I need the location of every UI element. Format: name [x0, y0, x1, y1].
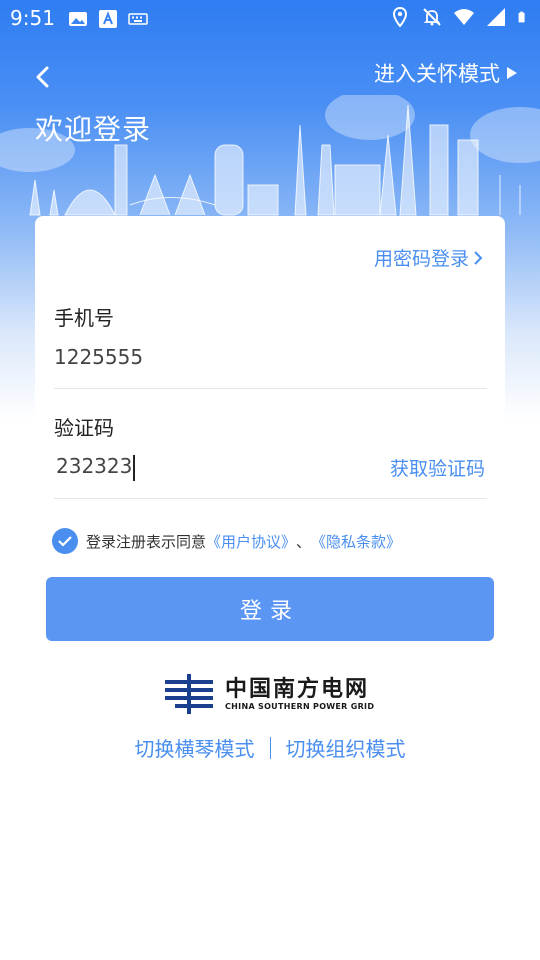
csg-name-cn: 中国南方电网: [225, 676, 370, 702]
switch-divider: [269, 736, 271, 759]
agreement-row: 登录注册表示同意 《用户协议》 、 《隐私条款》: [52, 528, 401, 554]
csg-emblem-icon: [165, 674, 213, 714]
mode-switch-row: 切换横琴模式 切换组织模式: [0, 733, 540, 762]
code-divider: [54, 498, 487, 499]
care-mode-link[interactable]: 进入关怀模式: [374, 58, 518, 88]
user-agreement-link[interactable]: 《用户协议》: [206, 531, 296, 552]
triangle-right-icon: [507, 67, 517, 79]
notifications-off-icon: [423, 8, 441, 26]
status-bar: 9:51: [0, 0, 540, 36]
get-code-button[interactable]: 获取验证码: [390, 454, 485, 481]
phone-label: 手机号: [54, 306, 114, 330]
check-icon: [58, 536, 72, 547]
back-arrow-icon[interactable]: [28, 62, 58, 92]
image-icon: [69, 12, 87, 26]
signal-icon: [487, 8, 505, 26]
phone-input[interactable]: 1225555: [54, 345, 143, 369]
status-left-icons: [68, 9, 148, 29]
welcome-title: 欢迎登录: [35, 113, 152, 146]
text-a-icon: [99, 10, 117, 28]
status-right-icons: [390, 7, 530, 27]
csg-logo: 中国南方电网 CHINA SOUTHERN POWER GRID: [165, 674, 374, 714]
csg-logo-text: 中国南方电网 CHINA SOUTHERN POWER GRID: [225, 676, 375, 711]
code-input-value: 232323: [56, 454, 133, 478]
privacy-policy-link[interactable]: 《隐私条款》: [311, 531, 401, 552]
agreement-checkbox[interactable]: [52, 528, 78, 554]
login-button[interactable]: 登录: [46, 577, 494, 641]
wifi-icon: [454, 9, 474, 25]
status-time: 9:51: [10, 6, 55, 30]
care-mode-label: 进入关怀模式: [374, 62, 500, 86]
password-login-link[interactable]: 用密码登录: [374, 244, 483, 271]
keyboard-icon: [128, 13, 148, 25]
location-icon: [392, 7, 408, 27]
chevron-right-icon: [474, 250, 483, 265]
agreement-prefix: 登录注册表示同意: [86, 532, 207, 551]
login-card: 用密码登录 手机号 1225555 验证码 232323 获取验证码: [35, 216, 505, 524]
switch-piano-mode-link[interactable]: 切换横琴模式: [135, 733, 255, 762]
code-label: 验证码: [54, 416, 114, 440]
battery-icon: [518, 11, 525, 23]
password-login-label: 用密码登录: [373, 248, 469, 270]
phone-divider: [54, 388, 487, 389]
csg-name-en: CHINA SOUTHERN POWER GRID: [225, 701, 375, 711]
agreement-separator: 、: [296, 532, 312, 551]
text-caret: [133, 454, 136, 481]
switch-org-mode-link[interactable]: 切换组织模式: [286, 733, 406, 762]
code-input[interactable]: 232323: [56, 454, 136, 481]
